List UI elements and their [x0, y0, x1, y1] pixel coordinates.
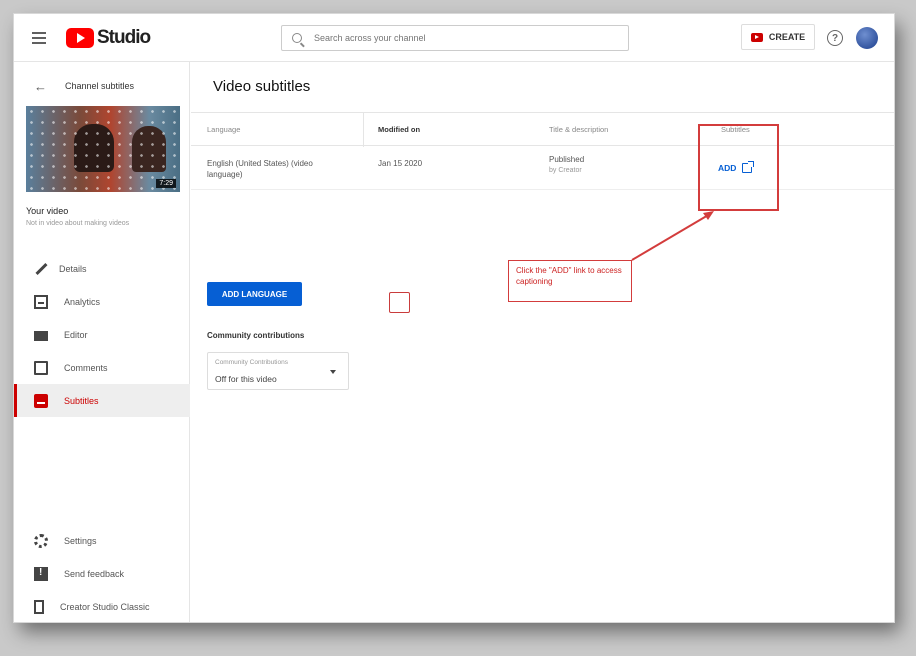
sidebar-bottom-nav: Settings Send feedback Creator Studio Cl…	[14, 524, 190, 622]
community-contributions-dropdown[interactable]: Community Contributions Off for this vid…	[207, 352, 349, 390]
avatar[interactable]	[856, 27, 878, 49]
pencil-icon	[35, 262, 48, 275]
sidebar-item-label: Analytics	[64, 296, 101, 307]
video-thumbnail[interactable]: 7:29	[26, 106, 180, 192]
subtitles-icon	[34, 393, 48, 408]
add-language-button[interactable]: ADD LANGUAGE	[207, 282, 302, 306]
classic-icon	[34, 599, 44, 614]
sidebar-item-settings[interactable]: Settings	[14, 524, 190, 557]
top-bar: Studio CREATE ?	[14, 14, 894, 62]
studio-logo[interactable]: Studio	[66, 27, 151, 49]
sidebar-item-feedback[interactable]: Send feedback	[14, 557, 190, 590]
column-header-title: Title & description	[549, 125, 609, 134]
search-input[interactable]	[314, 33, 614, 43]
help-icon[interactable]: ?	[827, 30, 843, 46]
sidebar-nav: Details Analytics Editor Comments Subtit…	[14, 252, 190, 417]
search-bar[interactable]	[281, 25, 629, 51]
sidebar-item-subtitles[interactable]: Subtitles	[14, 384, 190, 417]
back-label: Channel subtitles	[65, 81, 135, 91]
search-icon	[292, 33, 302, 43]
sidebar-item-label: Settings	[64, 535, 97, 546]
language-cell: English (United States) (video language)	[207, 159, 313, 179]
sidebar-item-label: Subtitles	[64, 395, 99, 406]
page-title: Video subtitles	[213, 78, 311, 95]
sidebar-item-details[interactable]: Details	[14, 252, 190, 285]
column-header-modified[interactable]: Modified on	[378, 125, 420, 134]
annotation-callout: Click the "ADD" link to access captionin…	[508, 260, 632, 302]
title-sub-cell: by Creator	[549, 167, 582, 174]
sidebar-item-label: Send feedback	[64, 568, 125, 579]
sidebar-item-analytics[interactable]: Analytics	[14, 285, 190, 318]
title-status-cell: Published	[549, 155, 585, 164]
community-contributions-label: Community contributions	[207, 331, 305, 340]
sidebar-item-editor[interactable]: Editor	[14, 318, 190, 351]
back-arrow-icon: ←	[34, 78, 47, 94]
sidebar-item-label: Editor	[64, 329, 88, 340]
gear-icon	[34, 533, 48, 548]
main-content: Video subtitles Language Modified on Tit…	[191, 62, 894, 622]
column-divider	[363, 113, 364, 147]
video-title: Not in video about making videos	[26, 220, 130, 227]
chevron-down-icon	[330, 370, 336, 374]
editor-icon	[34, 330, 48, 341]
video-duration: 7:29	[156, 179, 176, 188]
studio-window: Studio CREATE ? ← Channel subtitles 7:29…	[14, 14, 894, 622]
sidebar-item-label: Creator Studio Classic	[60, 601, 150, 612]
table-row: English (United States) (video language)…	[191, 146, 894, 190]
subtitles-table: Language Modified on Title & description…	[191, 112, 894, 190]
sidebar-item-classic[interactable]: Creator Studio Classic	[14, 590, 190, 622]
youtube-play-icon	[66, 28, 94, 48]
analytics-icon	[34, 294, 48, 309]
create-label: CREATE	[768, 32, 806, 42]
annotation-small-box	[389, 292, 410, 313]
your-video-label: Your video	[26, 206, 69, 216]
column-header-language: Language	[207, 125, 241, 134]
video-camera-icon	[750, 32, 763, 42]
sidebar-item-comments[interactable]: Comments	[14, 351, 190, 384]
feedback-icon	[34, 566, 48, 581]
sidebar-item-label: Comments	[64, 362, 108, 373]
modified-cell: Jan 15 2020	[378, 159, 423, 168]
sidebar-item-label: Details	[59, 263, 87, 274]
sidebar: ← Channel subtitles 7:29 Your video Not …	[14, 62, 190, 622]
annotation-highlight-box	[698, 124, 779, 211]
back-to-channel[interactable]: ← Channel subtitles	[14, 74, 190, 98]
logo-text: Studio	[97, 27, 151, 48]
dropdown-floating-label: Community Contributions	[215, 359, 288, 366]
create-button[interactable]: CREATE	[741, 24, 815, 50]
table-header: Language Modified on Title & description…	[191, 112, 894, 147]
hamburger-menu-icon[interactable]	[32, 32, 46, 44]
comments-icon	[34, 360, 48, 375]
dropdown-value: Off for this video	[215, 374, 277, 384]
